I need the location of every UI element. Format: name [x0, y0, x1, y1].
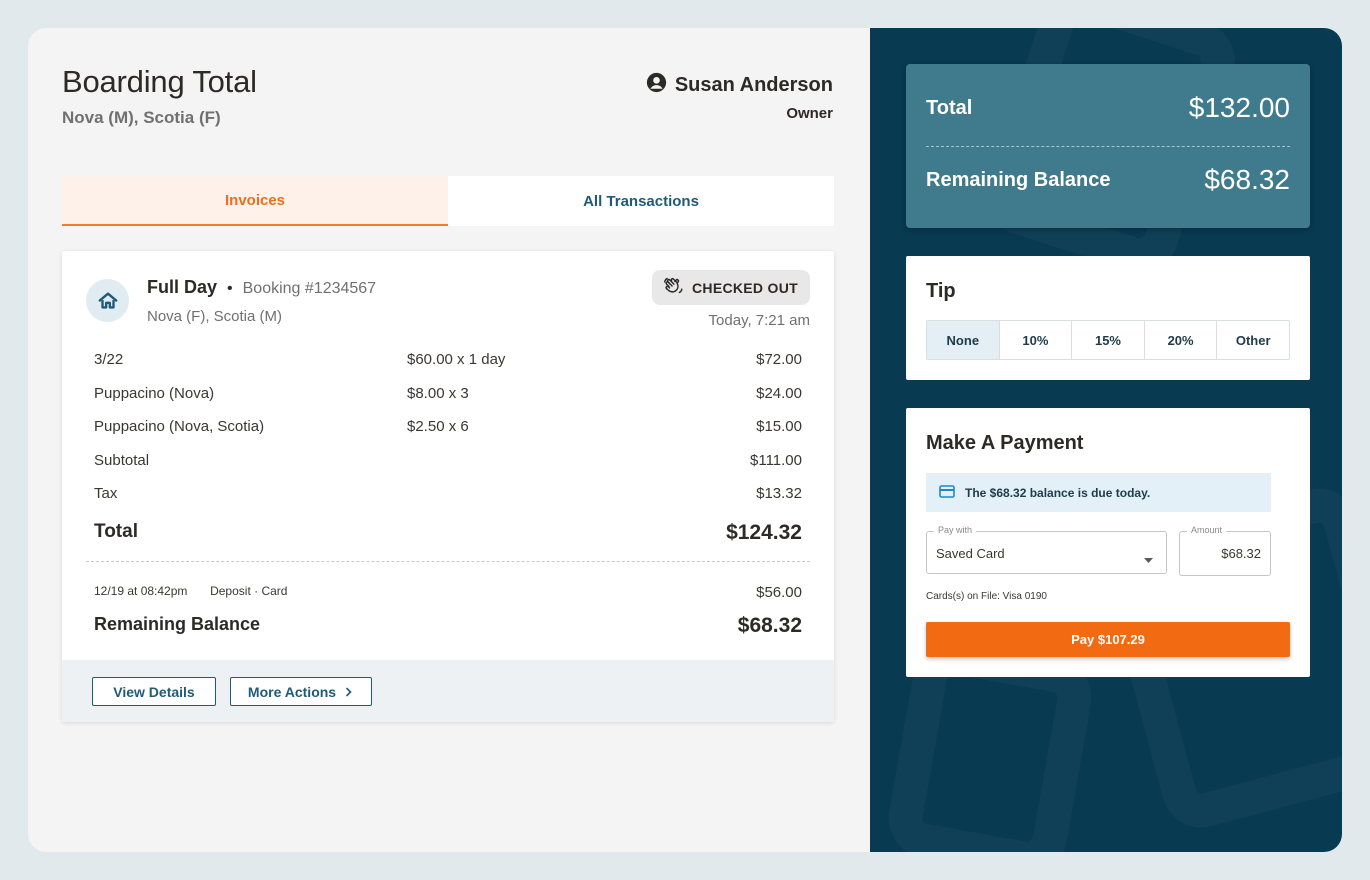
view-details-label: View Details	[113, 683, 195, 700]
summary-remaining-row: Remaining Balance $68.32	[926, 164, 1290, 196]
cards-on-file: Cards(s) on File: Visa 0190	[926, 591, 1047, 602]
summary-divider	[926, 146, 1290, 147]
subtotal-label: Subtotal	[94, 452, 150, 469]
amount-label: Amount	[1187, 525, 1227, 535]
pets-subtitle: Nova (M), Scotia (F)	[62, 108, 221, 127]
summary-total-value: $132.00	[1188, 92, 1290, 123]
line-rate: $8.00 x 3	[407, 385, 469, 402]
deposit-amount: $56.00	[756, 584, 802, 601]
line-amount: $15.00	[756, 418, 802, 435]
tab-all-transactions[interactable]: All Transactions	[448, 176, 834, 226]
user-circle-icon	[646, 72, 667, 99]
line-rate: $60.00 x 1 day	[407, 351, 506, 368]
status-badge: CHECKED OUT	[652, 270, 810, 305]
deposit-desc: Deposit · Card	[210, 584, 288, 598]
line-label: 3/22	[94, 351, 124, 368]
invoice-pets: Nova (F), Scotia (M)	[147, 308, 283, 325]
amount-input[interactable]: Amount $68.32	[1179, 525, 1271, 576]
amount-value: $68.32	[1221, 546, 1261, 561]
tax-amount: $13.32	[756, 485, 802, 502]
tip-option-none[interactable]: None	[927, 321, 999, 359]
payment-panel: Total $132.00 Remaining Balance $68.32 T…	[870, 28, 1342, 852]
remaining-balance-label: Remaining Balance	[94, 614, 261, 634]
owner-name-row: Susan Anderson	[646, 72, 833, 99]
service-name: Full Day	[147, 277, 218, 297]
summary-total-label: Total	[926, 96, 973, 119]
remaining-balance-value: $68.32	[737, 614, 802, 637]
deposit-info: 12/19 at 08:42pm Deposit · Card	[94, 584, 287, 598]
pay-with-label: Pay with	[934, 525, 977, 535]
caret-down-icon	[1144, 550, 1153, 568]
invoice-total-label: Total	[94, 521, 138, 542]
tax-label: Tax	[94, 485, 118, 502]
line-label: Puppacino (Nova, Scotia)	[94, 418, 265, 435]
invoice-total-value: $124.32	[726, 521, 802, 544]
booking-number[interactable]: Booking #1234567	[243, 280, 376, 298]
separator-dot: •	[227, 280, 233, 297]
pay-button[interactable]: Pay $107.29	[926, 622, 1290, 657]
invoice-card: Full Day • Booking #1234567 Nova (F), Sc…	[62, 251, 834, 722]
subtotal-amount: $111.00	[750, 452, 802, 469]
tip-options: None 10% 15% 20% Other	[926, 320, 1290, 360]
tab-invoices[interactable]: Invoices	[62, 176, 448, 226]
summary-total-row: Total $132.00	[926, 92, 1290, 124]
balance-due-notice: The $68.32 balance is due today.	[926, 473, 1271, 512]
wave-hand-icon	[662, 275, 684, 300]
payment-title: Make A Payment	[926, 432, 1084, 454]
tip-option-20[interactable]: 20%	[1143, 321, 1217, 359]
tip-option-15[interactable]: 15%	[1071, 321, 1144, 359]
dashed-divider	[86, 561, 810, 562]
tip-title: Tip	[926, 280, 956, 302]
line-amount: $72.00	[756, 351, 802, 368]
tip-option-other[interactable]: Other	[1216, 321, 1289, 359]
app-frame: Boarding Total Nova (M), Scotia (F) Susa…	[28, 28, 1342, 852]
invoice-tabs: Invoices All Transactions	[62, 176, 834, 226]
tip-card: Tip None 10% 15% 20% Other	[906, 256, 1310, 380]
summary-remaining-value: $68.32	[1204, 164, 1290, 195]
invoice-panel: Boarding Total Nova (M), Scotia (F) Susa…	[28, 28, 870, 852]
more-actions-button[interactable]: More Actions	[230, 677, 372, 706]
invoice-heading: Full Day • Booking #1234567	[147, 277, 376, 298]
pay-with-value: Saved Card	[936, 546, 1005, 561]
pay-with-select[interactable]: Pay with Saved Card	[926, 525, 1167, 574]
line-label: Puppacino (Nova)	[94, 385, 215, 402]
balance-due-text: The $68.32 balance is due today.	[965, 485, 1151, 500]
house-icon	[86, 279, 129, 322]
page-title: Boarding Total	[62, 64, 257, 99]
deposit-date: 12/19 at 08:42pm	[94, 584, 188, 598]
chevron-right-icon	[344, 684, 354, 700]
line-amount: $24.00	[756, 385, 802, 402]
owner-role: Owner	[786, 105, 833, 122]
summary-remaining-label: Remaining Balance	[926, 168, 1111, 191]
status-badge-label: CHECKED OUT	[692, 279, 798, 296]
invoice-actions: View Details More Actions	[62, 660, 834, 722]
balance-summary-card: Total $132.00 Remaining Balance $68.32	[906, 64, 1310, 228]
checkout-time: Today, 7:21 am	[708, 312, 810, 329]
owner-name[interactable]: Susan Anderson	[675, 74, 833, 97]
owner-info: Susan Anderson Owner	[646, 72, 833, 122]
view-details-button[interactable]: View Details	[92, 677, 216, 706]
make-payment-card: Make A Payment The $68.32 balance is due…	[906, 408, 1310, 677]
credit-card-icon	[939, 484, 955, 501]
tip-option-10[interactable]: 10%	[998, 321, 1072, 359]
more-actions-label: More Actions	[247, 683, 337, 700]
line-rate: $2.50 x 6	[407, 418, 469, 435]
